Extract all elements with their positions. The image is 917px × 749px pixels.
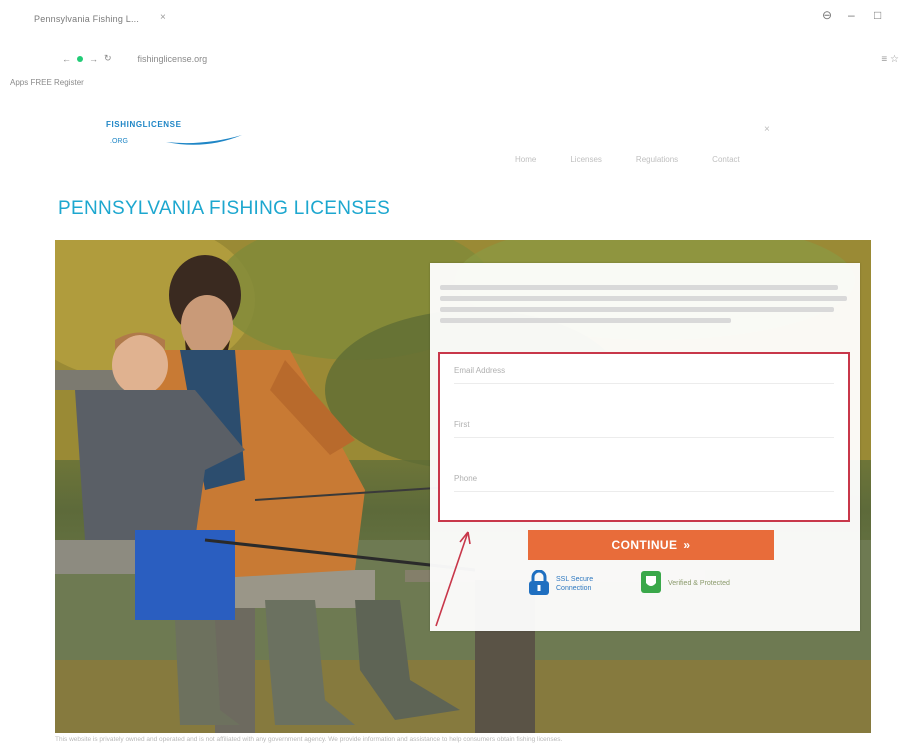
lock-icon — [529, 570, 549, 595]
bookmarks-bar[interactable]: Apps FREE Register — [10, 78, 84, 87]
account-icon[interactable]: ⊖ — [822, 8, 832, 22]
phone-field[interactable] — [454, 466, 834, 492]
forward-icon[interactable]: → — [89, 54, 98, 64]
site-logo-sub: .ORG — [110, 138, 128, 145]
continue-label: CONTINUE — [611, 538, 678, 552]
email-field[interactable] — [454, 358, 834, 384]
footer-disclaimer: This website is privately owned and oper… — [55, 736, 563, 743]
tab-close-icon[interactable]: × — [160, 12, 166, 23]
top-nav: Home Licenses Regulations Contact — [515, 155, 740, 164]
extension-icon[interactable]: ≡ ☆ — [881, 54, 899, 65]
first-name-field[interactable] — [454, 412, 834, 438]
continue-arrows-icon: » — [683, 538, 691, 552]
form-highlight-box — [438, 352, 850, 522]
browser-tab-title[interactable]: Pennsylvania Fishing L... — [34, 14, 139, 24]
shield-icon — [641, 571, 661, 593]
minimize-icon[interactable]: – — [848, 8, 855, 22]
secure-dot-icon — [77, 55, 83, 62]
maximize-icon[interactable]: □ — [874, 8, 881, 22]
nav-item-regulations[interactable]: Regulations — [636, 155, 678, 164]
verified-label: Verified & Protected — [668, 580, 730, 587]
address-bar[interactable]: fishinglicense.org — [138, 54, 208, 64]
back-icon[interactable]: ← — [62, 54, 71, 64]
nav-item-home[interactable]: Home — [515, 155, 536, 164]
annotation-arrow-icon — [435, 531, 471, 627]
intro-line — [440, 296, 847, 301]
intro-line — [440, 285, 839, 290]
site-logo[interactable]: FISHINGLICENSE — [106, 120, 182, 129]
ssl-label-line: SSL Secure — [556, 576, 594, 583]
header-close-icon[interactable]: × — [764, 124, 770, 135]
intro-line — [440, 307, 835, 312]
continue-button[interactable]: CONTINUE » — [528, 530, 774, 560]
nav-item-contact[interactable]: Contact — [712, 155, 740, 164]
page-title: PENNSYLVANIA FISHING LICENSES — [58, 198, 391, 219]
intro-line — [440, 318, 731, 323]
reload-icon[interactable]: ↻ — [104, 53, 112, 64]
ssl-secure-label: SSL Secure Connection — [556, 575, 593, 593]
browser-nav-row: ← → ↻ fishinglicense.org — [62, 53, 207, 64]
nav-item-licenses[interactable]: Licenses — [570, 155, 602, 164]
panel-intro-text — [440, 280, 855, 329]
logo-swoosh-icon — [166, 135, 242, 145]
ssl-sub-line: Connection — [556, 585, 592, 592]
